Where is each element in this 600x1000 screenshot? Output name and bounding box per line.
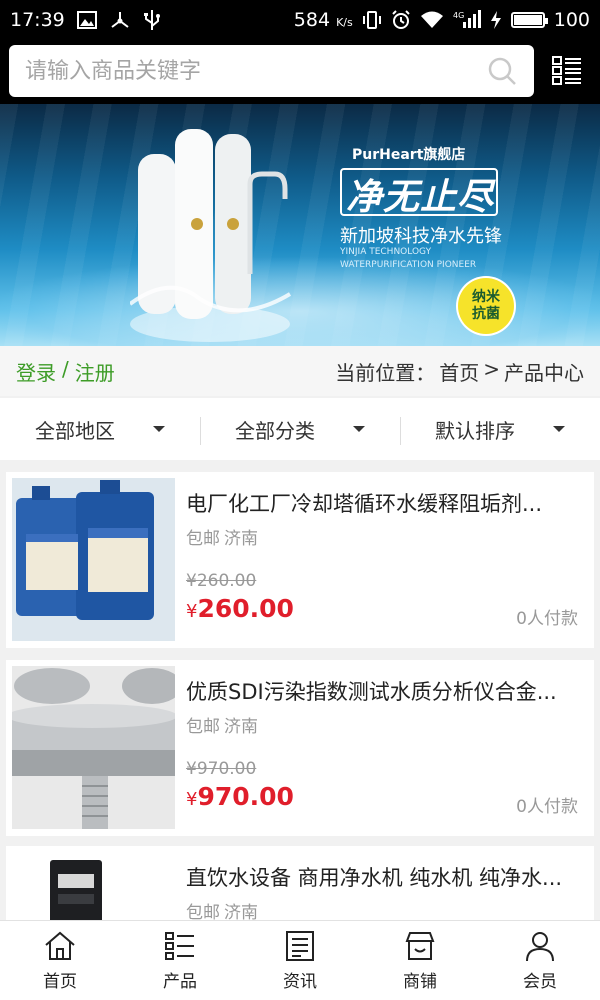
caret-down-icon: [153, 426, 165, 432]
tab-home-label: 首页: [43, 972, 77, 992]
alarm-icon: [391, 10, 411, 30]
list-icon: [165, 932, 194, 960]
tab-shop[interactable]: 商铺: [360, 921, 480, 1000]
tab-member-label: 会员: [523, 972, 557, 992]
filter-sort-dropdown[interactable]: 默认排序: [400, 415, 600, 445]
product-sold-count: 0人付款: [516, 797, 578, 817]
search-input[interactable]: [25, 58, 486, 84]
breadcrumb-home[interactable]: 首页: [439, 357, 479, 386]
banner-brand: PurHeart旗舰店: [352, 147, 466, 163]
product-shipping: 包邮: [186, 529, 220, 549]
vibrate-icon: [362, 10, 382, 30]
search-icon[interactable]: [486, 55, 518, 87]
charging-icon: [490, 10, 502, 30]
product-original-price: ¥260.00: [186, 571, 257, 591]
status-bar: 17:39 584 K/s 4G 100: [0, 0, 600, 40]
tab-news[interactable]: 资讯: [240, 921, 360, 1000]
login-link[interactable]: 登录: [16, 357, 56, 386]
filter-sort-label: 默认排序: [435, 418, 515, 443]
tab-products-label: 产品: [163, 972, 197, 992]
filter-category-label: 全部分类: [235, 418, 315, 443]
product-shipping: 包邮: [186, 717, 220, 737]
wifi-icon: [420, 10, 444, 30]
usb-icon: [143, 9, 161, 31]
filter-region-label: 全部地区: [35, 418, 115, 443]
category-menu-icon[interactable]: [552, 55, 582, 85]
product-card[interactable]: 优质SDI污染指数测试水质分析仪合金... 包邮 济南 ¥970.00 ¥970…: [6, 660, 594, 836]
product-original-price: ¥970.00: [186, 759, 257, 779]
product-title[interactable]: 优质SDI污染指数测试水质分析仪合金...: [186, 676, 586, 706]
product-price: ¥260.00: [186, 594, 294, 623]
breadcrumb-prefix: 当前位置：: [335, 360, 436, 385]
bottom-tab-bar: 首页 产品 资讯 商铺 会员: [0, 920, 600, 1000]
status-time: 17:39: [10, 9, 65, 31]
battery-level: 100: [553, 9, 590, 31]
news-icon: [286, 931, 314, 961]
search-box[interactable]: [9, 45, 534, 97]
network-speed: 584 K/s: [293, 9, 353, 31]
caret-down-icon: [553, 426, 565, 432]
product-city: 济南: [224, 717, 258, 737]
product-card[interactable]: 电厂化工厂冷却塔循环水缓释阻垢剂... 包邮 济南 ¥260.00 ¥260.0…: [6, 472, 594, 648]
product-city: 济南: [224, 529, 258, 549]
tab-member[interactable]: 会员: [480, 921, 600, 1000]
usb-tether-icon: [109, 10, 131, 30]
nano-antibacterial-badge: 纳米 抗菌: [458, 278, 514, 334]
top-header: [0, 40, 600, 104]
product-meta: 包邮 济南: [186, 524, 258, 549]
battery-icon: [510, 12, 548, 28]
user-icon: [526, 932, 554, 962]
product-image[interactable]: [12, 666, 175, 829]
tab-home[interactable]: 首页: [0, 921, 120, 1000]
tab-shop-label: 商铺: [403, 972, 437, 992]
home-icon: [45, 931, 75, 960]
banner-english: YINJIA TECHNOLOGY WATERPURIFICATION PION…: [340, 247, 477, 270]
tab-products[interactable]: 产品: [120, 921, 240, 1000]
breadcrumb-current: 产品中心: [504, 360, 584, 385]
login-separator: /: [62, 356, 69, 381]
filter-region-dropdown[interactable]: 全部地区: [0, 415, 200, 444]
breadcrumb-separator: >: [483, 356, 500, 381]
filter-category-dropdown[interactable]: 全部分类: [200, 415, 400, 445]
filter-bar: 全部地区 全部分类 默认排序: [0, 398, 600, 460]
promo-banner[interactable]: PurHeart旗舰店 净无止尽 新加坡科技净水先锋 YINJIA TECHNO…: [0, 104, 600, 346]
banner-subtitle: 新加坡科技净水先锋: [340, 226, 502, 247]
product-image[interactable]: [12, 478, 175, 641]
product-title[interactable]: 电厂化工厂冷却塔循环水缓释阻垢剂...: [186, 488, 586, 518]
product-sold-count: 0人付款: [516, 609, 578, 629]
svg-text:4G: 4G: [453, 11, 464, 20]
register-link[interactable]: 注册: [75, 357, 115, 386]
shop-icon: [405, 932, 435, 960]
login-register: 登录 / 注册: [16, 357, 115, 386]
image-icon: [76, 11, 97, 29]
account-breadcrumb-row: 登录 / 注册 当前位置： 首页 > 产品中心: [0, 346, 600, 396]
tab-news-label: 资讯: [283, 972, 317, 992]
signal-icon: 4G: [453, 10, 481, 30]
product-price: ¥970.00: [186, 782, 294, 811]
breadcrumb: 当前位置： 首页 > 产品中心: [335, 357, 584, 386]
banner-slogan: 净无止尽: [346, 177, 495, 218]
product-meta: 包邮 济南: [186, 712, 258, 737]
caret-down-icon: [353, 426, 365, 432]
water-filter-product-image: [130, 129, 292, 342]
product-title[interactable]: 直饮水设备 商用净水机 纯水机 纯净水...: [186, 862, 586, 892]
